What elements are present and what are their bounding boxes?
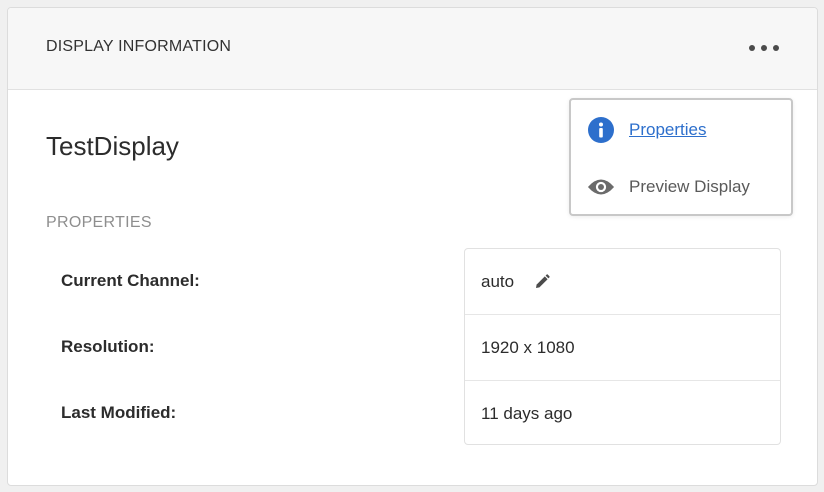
properties-heading: PROPERTIES <box>46 214 152 231</box>
last-modified-value: 11 days ago <box>481 404 573 423</box>
info-icon <box>587 116 615 144</box>
label-last-modified: Last Modified: <box>61 403 177 422</box>
current-channel-value: auto <box>481 271 515 291</box>
menu-item-properties[interactable]: Properties <box>571 110 791 150</box>
actions-popover-menu: Properties Preview Display <box>569 98 793 216</box>
eye-icon <box>587 173 615 201</box>
more-horizontal-icon <box>749 45 755 51</box>
card-header: DISPLAY INFORMATION <box>8 8 817 90</box>
menu-item-preview-display[interactable]: Preview Display <box>571 167 791 207</box>
more-dot <box>761 45 767 51</box>
more-options-button[interactable] <box>749 38 779 58</box>
properties-values-box: auto 1920 x 1080 11 days ago <box>464 248 781 445</box>
card-title: DISPLAY INFORMATION <box>46 38 232 55</box>
display-information-card: DISPLAY INFORMATION TestDisplay PROPERTI… <box>7 7 818 486</box>
label-current-channel: Current Channel: <box>61 271 200 290</box>
value-row-resolution: 1920 x 1080 <box>465 315 780 381</box>
value-row-last-modified: 11 days ago <box>465 381 780 447</box>
value-row-current-channel: auto <box>465 249 780 315</box>
display-name: TestDisplay <box>46 131 179 161</box>
pencil-icon[interactable] <box>532 272 552 292</box>
resolution-value: 1920 x 1080 <box>481 337 575 357</box>
menu-item-preview-display-label: Preview Display <box>629 177 750 196</box>
label-resolution: Resolution: <box>61 337 155 356</box>
menu-item-properties-label: Properties <box>629 120 707 139</box>
more-dot <box>773 45 779 51</box>
